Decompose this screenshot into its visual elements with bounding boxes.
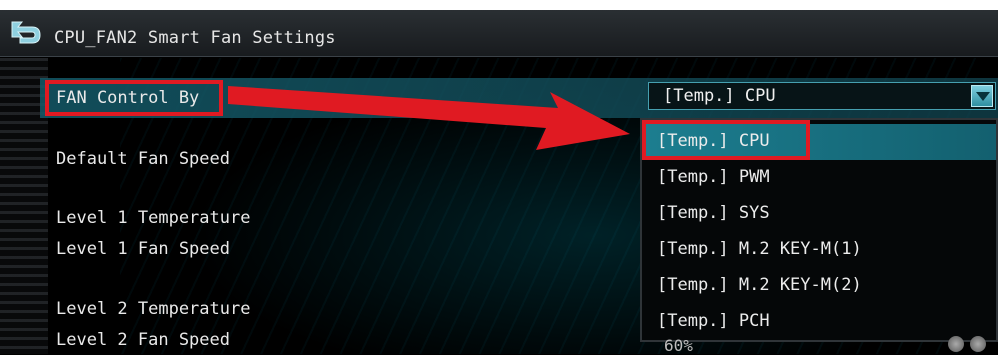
setting-label-default-fan-speed[interactable]: Default Fan Speed <box>56 149 230 169</box>
dropdown-option-m2-key-m1[interactable]: [Temp.] M.2 KEY-M(1) <box>642 232 996 268</box>
setting-label-level1-temperature[interactable]: Level 1 Temperature <box>56 208 250 228</box>
level2-fan-speed-value: 60% <box>664 336 693 355</box>
annotation-arrow <box>228 86 630 150</box>
title-bar: CPU_FAN2 Smart Fan Settings <box>0 10 998 57</box>
dropdown-option-sys[interactable]: [Temp.] SYS <box>642 196 996 232</box>
dropdown-option-m2-key-m2[interactable]: [Temp.] M.2 KEY-M(2) <box>642 268 996 304</box>
annotation-box-fan-control <box>45 80 223 116</box>
setting-label-level1-fan-speed[interactable]: Level 1 Fan Speed <box>56 239 230 259</box>
fan-control-selected-value: [Temp.] CPU <box>663 86 776 106</box>
annotation-box-cpu-option <box>642 120 810 160</box>
back-arrow-icon[interactable] <box>8 18 44 48</box>
page-title: CPU_FAN2 Smart Fan Settings <box>54 28 336 48</box>
setting-label-level2-temperature[interactable]: Level 2 Temperature <box>56 299 250 319</box>
fan-control-select[interactable]: [Temp.] CPU <box>648 82 996 110</box>
chevron-down-icon[interactable] <box>971 85 993 107</box>
top-strip <box>0 0 998 10</box>
setting-label-level2-fan-speed[interactable]: Level 2 Fan Speed <box>56 330 230 350</box>
scroll-indicator[interactable] <box>948 336 990 352</box>
dropdown-option-pwm[interactable]: [Temp.] PWM <box>642 160 996 196</box>
dropdown-option-pch[interactable]: [Temp.] PCH <box>642 304 996 340</box>
